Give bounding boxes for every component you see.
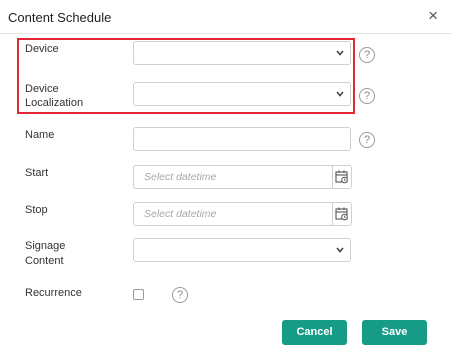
- chevron-down-icon: [336, 247, 344, 253]
- recurrence-checkbox[interactable]: [133, 289, 144, 300]
- start-calendar-button[interactable]: [332, 165, 352, 189]
- name-label: Name: [25, 129, 55, 141]
- device-localization-label-line2: Localization: [25, 97, 84, 109]
- dialog-header: Content Schedule ×: [0, 0, 452, 34]
- stop-calendar-button[interactable]: [332, 202, 352, 226]
- device-select[interactable]: [133, 41, 351, 65]
- stop-label: Stop: [25, 204, 48, 216]
- start-label: Start: [25, 167, 49, 179]
- name-help-icon[interactable]: ?: [359, 132, 375, 148]
- device-localization-label-line1: Device: [25, 83, 59, 95]
- stop-datetime-input[interactable]: Select datetime: [133, 202, 333, 226]
- chevron-down-icon: [336, 50, 344, 56]
- signage-content-select[interactable]: [133, 238, 351, 262]
- chevron-down-icon: [336, 91, 344, 97]
- start-placeholder: Select datetime: [144, 171, 217, 183]
- close-icon[interactable]: ×: [428, 7, 438, 25]
- calendar-icon: [335, 207, 348, 221]
- signage-content-label-line1: Signage: [25, 240, 66, 252]
- device-localization-help-icon[interactable]: ?: [359, 88, 375, 104]
- device-help-icon[interactable]: ?: [359, 47, 375, 63]
- recurrence-label: Recurrence: [25, 287, 82, 299]
- device-label: Device: [25, 43, 59, 55]
- start-datetime-input[interactable]: Select datetime: [133, 165, 333, 189]
- device-localization-select[interactable]: [133, 82, 351, 106]
- dialog-title: Content Schedule: [8, 10, 112, 25]
- cancel-button[interactable]: Cancel: [282, 320, 347, 345]
- recurrence-help-icon[interactable]: ?: [172, 287, 188, 303]
- save-button[interactable]: Save: [362, 320, 427, 345]
- signage-content-label-line2: Content: [25, 255, 64, 267]
- stop-placeholder: Select datetime: [144, 208, 217, 220]
- name-input[interactable]: [133, 127, 351, 151]
- calendar-icon: [335, 170, 348, 184]
